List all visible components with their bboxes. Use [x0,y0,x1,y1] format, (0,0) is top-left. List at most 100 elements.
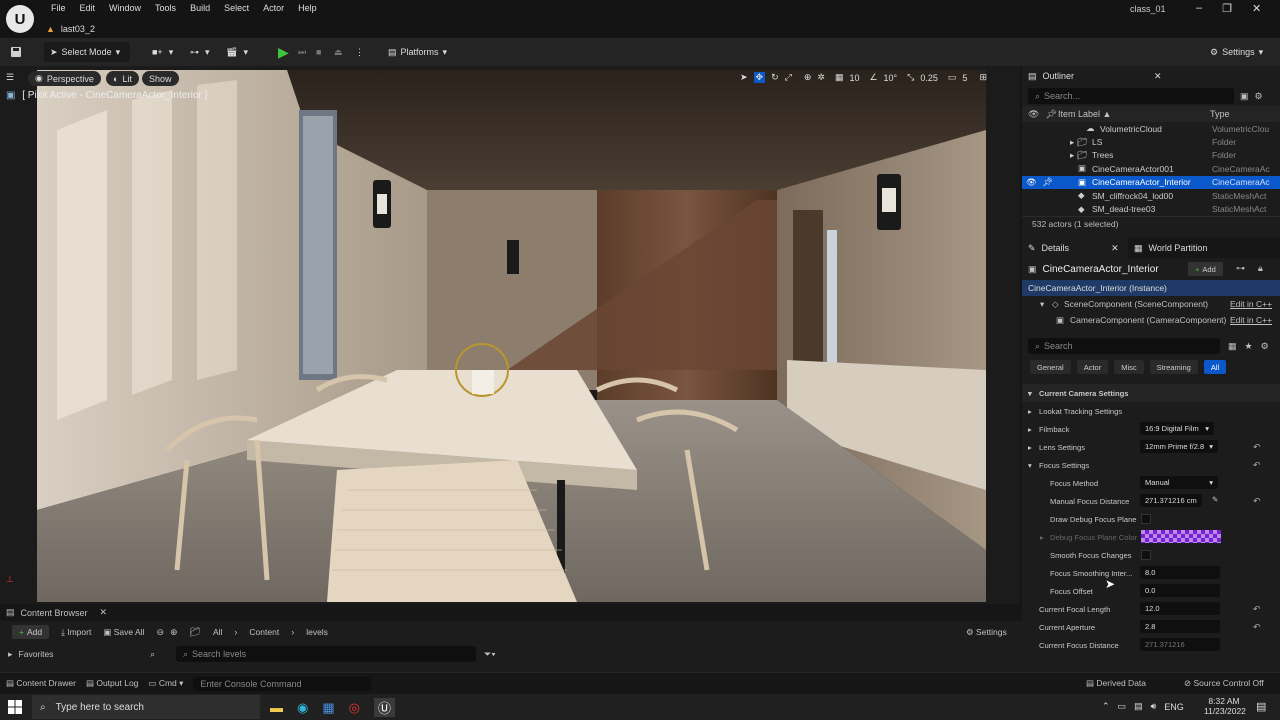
settings-button[interactable]: ⚙ Settings ▾ [1210,42,1263,62]
debug-color-swatch[interactable] [1141,530,1221,543]
close-icon[interactable]: ✕ [1111,243,1119,254]
camera-speed-value[interactable]: 5 [962,73,967,83]
reset-icon[interactable]: ↶ [1253,622,1261,633]
edge-browser-icon[interactable]: ◉ [297,700,308,716]
taskbar-search-box[interactable]: ⌕ Type here to search [32,695,260,719]
viewport-menu-icon[interactable]: ☰ [6,72,14,83]
camera-speed-icon[interactable]: ▭ [948,72,957,83]
output-log-button[interactable]: ▤ Output Log [86,678,138,689]
col-type[interactable]: Type [1210,109,1230,119]
prop-lookat-tracking[interactable]: ▸ Lookat Tracking Settings [1022,402,1280,420]
maximize-icon[interactable]: ❐ [1222,2,1232,15]
outliner-tab[interactable]: ▤ Outliner ✕ [1022,66,1280,86]
language-indicator[interactable]: ENG [1164,702,1184,712]
filter-actor[interactable]: Actor [1076,360,1109,374]
star-icon[interactable]: ★ [1245,341,1253,352]
visibility-icon[interactable]: 👁︎ [1028,109,1039,120]
outliner-row[interactable]: ◆ SM_cliffrock04_lod00 StaticMeshAct [1022,189,1280,202]
cmd-dropdown[interactable]: ▭ Cmd ▾ [148,678,183,689]
close-icon[interactable]: ✕ [1252,2,1261,15]
aperture-input[interactable]: 2.8 [1140,620,1220,633]
console-input[interactable]: Enter Console Command [193,676,372,691]
tree-expand-icon[interactable]: ▾ [1040,299,1044,310]
world-partition-tab[interactable]: ▦ World Partition [1128,238,1213,258]
eject-icon[interactable]: ⏏ [334,42,343,62]
scale-tool-icon[interactable]: ⤢ [785,72,792,83]
col-item-label[interactable]: Item Label ▲ [1058,109,1111,119]
lit-button[interactable]: ◐ Lit [106,71,139,86]
menu-file[interactable]: File [44,3,73,13]
world-icon[interactable]: ⊕ [804,72,812,83]
tray-chevron-icon[interactable]: ⌃ [1102,701,1110,712]
content-settings-button[interactable]: ⚙ Settings [966,627,1007,638]
expand-icon[interactable]: ▸ [1028,443,1032,452]
windows-start-icon[interactable] [8,700,22,716]
save-all-button[interactable]: ▣ Save All [103,627,144,638]
platforms-button[interactable]: ▤ Platforms ▾ [388,42,447,62]
outliner-row[interactable]: ◆ SM_dead-tree03 StaticMeshAct [1022,202,1280,215]
add-component-button[interactable]: + Add [1188,262,1223,276]
surface-snap-icon[interactable]: ✲ [817,72,825,83]
battery-icon[interactable]: ▭ [1118,701,1127,712]
select-mode-dropdown[interactable]: ➤ Select Mode ▾ [44,42,130,62]
outliner-row-selected[interactable]: 👁︎ 📌︎ ▣ CineCameraActor_Interior CineCam… [1022,175,1280,189]
calculator-icon[interactable]: ▦ [322,700,334,716]
menu-select[interactable]: Select [217,3,256,13]
angle-snap-value[interactable]: 10° [884,73,898,83]
pin-icon[interactable]: 📌︎ [1042,177,1053,188]
outliner-row[interactable]: ▸ 📁︎ LS Folder [1022,135,1280,148]
network-icon[interactable]: ▤ [1134,701,1143,712]
smoothing-interp-input[interactable]: 8.0 [1140,566,1220,579]
maximize-viewport-icon[interactable]: ⊞ [979,72,987,83]
pilot-camera-icon[interactable]: ▣ [6,90,15,101]
reset-icon[interactable]: ↶ [1253,442,1261,453]
reset-icon[interactable]: ↶ [1253,496,1261,507]
pin-icon[interactable]: 📌︎ [1045,109,1056,120]
level-tab[interactable]: ▲ last03_2 [46,21,95,36]
perspective-button[interactable]: ◉ Perspective [28,71,101,86]
grid-snap-icon[interactable]: ▦ [835,72,844,83]
menu-tools[interactable]: Tools [148,3,183,13]
filter-all[interactable]: All [1203,360,1227,374]
scale-snap-icon[interactable]: ⤡ [907,72,914,83]
notifications-icon[interactable]: ▤ [1256,700,1266,713]
component-row[interactable]: ▣ CameraComponent (CameraComponent) Edit… [1022,312,1280,328]
outliner-search-input[interactable]: ⌕ Search... [1028,88,1234,104]
step-icon[interactable]: ⏭ [298,42,306,62]
path-content[interactable]: Content [249,627,279,637]
table-view-icon[interactable]: ▦ [1228,341,1237,352]
content-browser-tab[interactable]: ▤ Content Browser ✕ [0,604,1022,621]
content-search-input[interactable]: ⌕ Search levels [176,646,476,662]
stop-icon[interactable]: ■ [316,42,321,62]
menu-help[interactable]: Help [291,3,324,13]
filmback-dropdown[interactable]: 16:9 Digital Film ▾ [1140,422,1214,435]
favorites-label[interactable]: Favorites [19,649,54,659]
close-icon[interactable]: ✕ [1154,71,1162,82]
unreal-logo-icon[interactable]: U [6,5,34,33]
show-button[interactable]: Show [142,71,179,86]
edit-cpp-link[interactable]: Edit in C++ [1230,299,1272,309]
move-tool-icon[interactable]: ✥ [753,72,766,83]
content-add-button[interactable]: + Add [12,625,50,639]
derived-data-button[interactable]: ▤ Derived Data [1086,678,1146,689]
path-all[interactable]: All [213,627,222,637]
rotate-tool-icon[interactable]: ↻ [771,72,779,83]
expand-icon[interactable]: ▸ [1028,425,1032,434]
play-options-icon[interactable]: ⋮ [355,42,364,62]
import-button[interactable]: ⤓ Import [61,627,91,638]
clock[interactable]: 8:32 AM 11/23/2022 [1204,696,1246,716]
gear-icon[interactable]: ⚙ [1255,91,1263,102]
gear-icon[interactable]: ⚙ [1261,341,1269,352]
expand-icon[interactable]: ▸ [1040,533,1044,542]
filter-streaming[interactable]: Streaming [1149,360,1198,374]
edit-cpp-link[interactable]: Edit in C++ [1230,315,1272,325]
select-tool-icon[interactable]: ➤ [740,72,748,83]
viewport-render[interactable] [37,70,986,602]
expand-icon[interactable]: ▾ [1028,461,1032,470]
lens-dropdown[interactable]: 12mm Prime f/2.8 ▾ [1140,440,1218,453]
history-forward-icon[interactable]: ⊕ [170,627,178,638]
filter-general[interactable]: General [1030,360,1071,374]
cinematics-button[interactable]: 🎬︎ ▾ [226,42,248,62]
visibility-icon[interactable]: 👁︎ [1026,177,1037,188]
blueprint-button[interactable]: ⊶ ▾ [190,42,210,62]
